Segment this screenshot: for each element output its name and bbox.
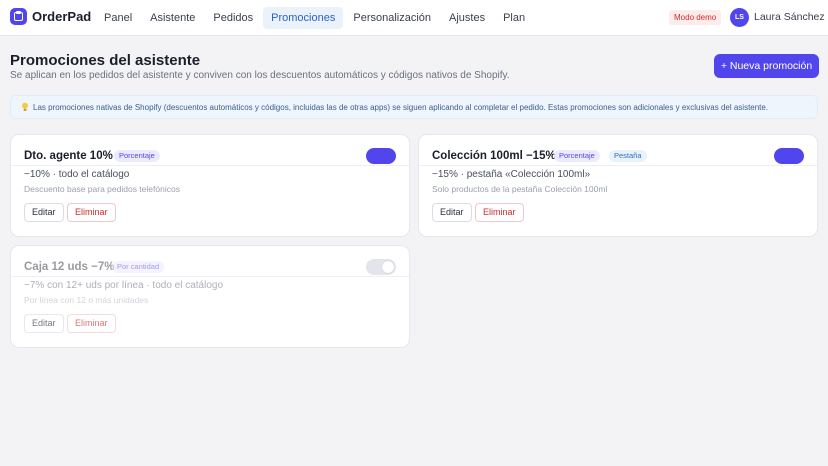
promotion-title: Dto. agente 10% — [24, 150, 113, 162]
page-subtitle: Se aplican en los pedidos del asistente … — [10, 70, 510, 81]
orderpad-logo-icon[interactable] — [10, 8, 27, 25]
promotion-note: Por línea con 12 o más unidades — [24, 295, 149, 305]
edit-button[interactable]: Editar — [24, 203, 64, 222]
nav-item-plan[interactable]: Plan — [495, 7, 533, 29]
promotion-title: Colección 100ml −15% — [432, 150, 556, 162]
lightbulb-icon — [22, 102, 28, 111]
new-promotion-button[interactable]: + Nueva promoción — [714, 54, 819, 78]
nav-item-personalizacion[interactable]: Personalización — [345, 7, 439, 29]
nav-item-ajustes[interactable]: Ajustes — [441, 7, 493, 29]
page-title: Promociones del asistente — [10, 52, 201, 69]
card-divider — [419, 165, 817, 166]
promotion-description: −7% con 12+ uds por línea · todo el catá… — [24, 280, 224, 291]
user-name[interactable]: Laura Sánchez — [754, 11, 825, 23]
promotion-type-tag: Por cantidad — [112, 261, 165, 273]
promotion-note: Descuento base para pedidos telefónicos — [24, 184, 180, 194]
promotion-enabled-toggle[interactable] — [366, 148, 396, 164]
promotion-card: Dto. agente 10% Porcentaje −10% · todo e… — [10, 134, 410, 237]
nav-item-pedidos[interactable]: Pedidos — [205, 7, 261, 29]
card-divider — [11, 165, 409, 166]
nav-item-asistente[interactable]: Asistente — [142, 7, 203, 29]
toggle-knob — [382, 261, 394, 273]
promotion-note: Solo productos de la pestaña Colección 1… — [432, 184, 608, 194]
user-avatar[interactable]: LS — [730, 8, 749, 27]
main-nav: Panel Asistente Pedidos Promociones Pers… — [96, 7, 533, 29]
card-divider — [11, 276, 409, 277]
promotion-scope-tag: Pestaña — [609, 150, 647, 162]
delete-button[interactable]: Eliminar — [67, 203, 116, 222]
promotion-enabled-toggle[interactable] — [774, 148, 804, 164]
promotion-card: Colección 100ml −15% Porcentaje Pestaña … — [418, 134, 818, 237]
info-text: Las promociones nativas de Shopify (desc… — [33, 103, 769, 112]
top-nav-bar: OrderPad Panel Asistente Pedidos Promoci… — [0, 0, 828, 36]
promotion-type-tag: Porcentaje — [554, 150, 600, 162]
promotion-enabled-toggle[interactable] — [366, 259, 396, 275]
promotion-card: Caja 12 uds −7% Por cantidad −7% con 12+… — [10, 245, 410, 348]
promotion-type-tag: Porcentaje — [114, 150, 160, 162]
nav-item-promociones[interactable]: Promociones — [263, 7, 344, 29]
promotion-title: Caja 12 uds −7% — [24, 261, 115, 273]
demo-mode-badge: Modo demo — [669, 10, 722, 25]
info-banner: Las promociones nativas de Shopify (desc… — [10, 95, 818, 119]
edit-button[interactable]: Editar — [24, 314, 64, 333]
app-name[interactable]: OrderPad — [32, 9, 91, 24]
delete-button[interactable]: Eliminar — [67, 314, 116, 333]
edit-button[interactable]: Editar — [432, 203, 472, 222]
nav-item-panel[interactable]: Panel — [96, 7, 140, 29]
promotion-description: −15% · pestaña «Colección 100ml» — [432, 169, 591, 180]
delete-button[interactable]: Eliminar — [475, 203, 524, 222]
promotion-description: −10% · todo el catálogo — [24, 169, 130, 180]
